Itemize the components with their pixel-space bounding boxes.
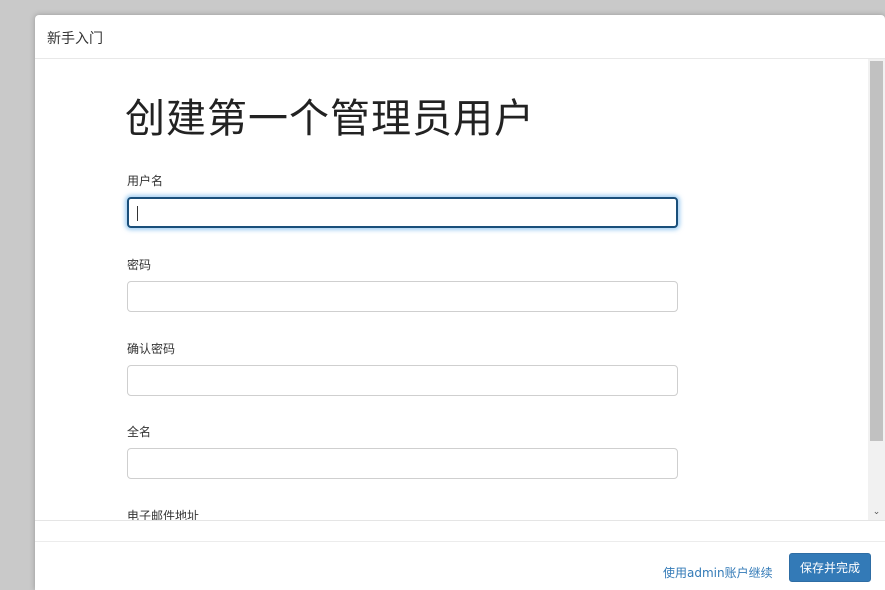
- chevron-down-icon[interactable]: ⌄: [871, 507, 882, 518]
- fullname-input[interactable]: [127, 448, 678, 479]
- scrollbar-thumb[interactable]: [870, 61, 883, 441]
- save-and-finish-button[interactable]: 保存并完成: [789, 553, 871, 582]
- email-label: 电子邮件地址: [127, 509, 200, 520]
- dialog-body[interactable]: 创建第一个管理员用户 用户名 密码 确认密码 全名 电子邮件地址: [35, 59, 885, 520]
- dialog-header: 新手入门: [35, 15, 885, 59]
- vertical-scrollbar[interactable]: ⌄: [868, 59, 885, 520]
- dialog-footer: 使用admin账户继续 保存并完成: [35, 520, 885, 590]
- setup-wizard-dialog: 新手入门 创建第一个管理员用户 用户名 密码 确认密码 全名 电子邮件地址 ⌄ …: [35, 15, 885, 590]
- continue-as-admin-link[interactable]: 使用admin账户继续: [663, 564, 773, 581]
- fullname-label: 全名: [127, 425, 152, 439]
- password-input[interactable]: [127, 281, 678, 312]
- confirm-password-input[interactable]: [127, 365, 678, 396]
- password-label: 密码: [127, 258, 152, 272]
- username-input[interactable]: [127, 197, 678, 228]
- page-title: 创建第一个管理员用户: [125, 96, 535, 142]
- confirm-password-label: 确认密码: [127, 342, 176, 356]
- footer-divider: [35, 541, 885, 542]
- dialog-title: 新手入门: [47, 31, 103, 47]
- text-caret: [137, 206, 138, 221]
- username-label: 用户名: [127, 174, 164, 188]
